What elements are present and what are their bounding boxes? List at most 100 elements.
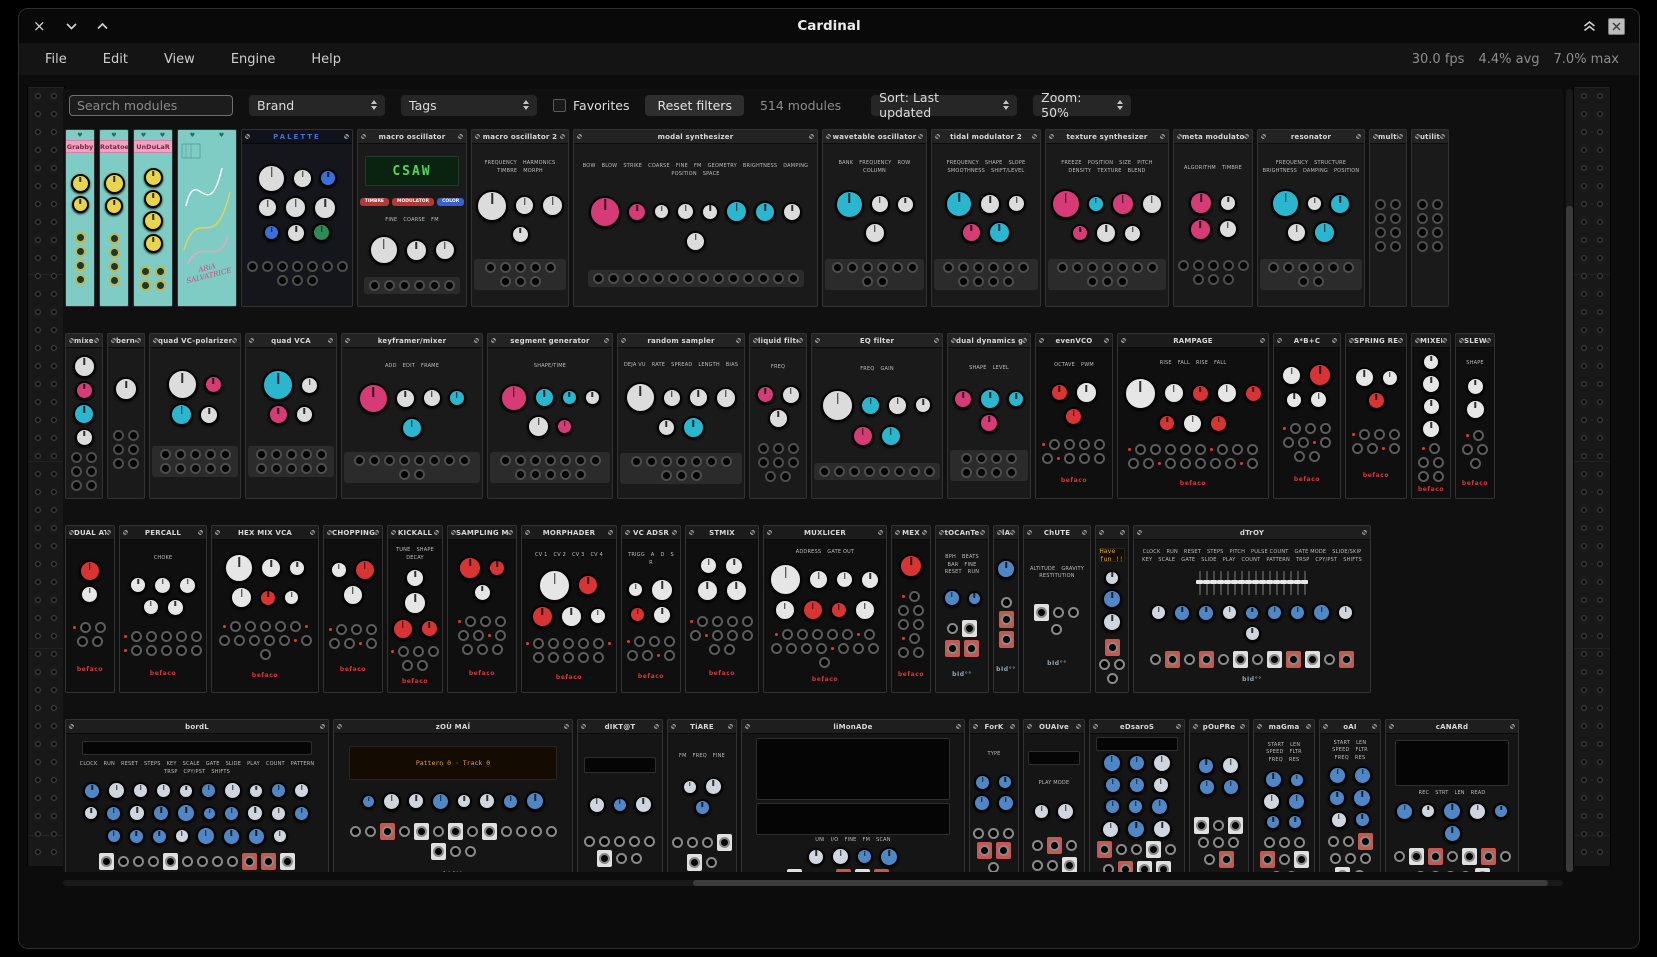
knob: [1152, 776, 1170, 794]
module-dikt-t[interactable]: dIKT@T: [577, 719, 663, 872]
module-oai[interactable]: oAISTARTLENSPEEDFLTRFREQRES: [1319, 719, 1381, 872]
horizontal-scrollbar[interactable]: [63, 880, 1563, 886]
module-meta-modulator[interactable]: meta modulatorALGORITHMTIMBRE: [1173, 129, 1253, 307]
brand-label: befaco: [252, 672, 278, 679]
jack: [1165, 444, 1176, 455]
jack: [575, 469, 586, 480]
app-icon[interactable]: [1608, 18, 1625, 35]
brand-dropdown[interactable]: Brand: [249, 95, 385, 116]
favorites-checkbox[interactable]: [553, 99, 566, 112]
module-slew-limiter[interactable]: SLEW LIMITERSHAPEbefaco: [1455, 333, 1495, 499]
brand-label: befaco: [1363, 472, 1389, 479]
module-mex[interactable]: MEXbefaco: [891, 525, 931, 693]
double-chevron-up-icon[interactable]: [1583, 21, 1596, 32]
module-quad-vca[interactable]: quad VCA: [245, 333, 337, 499]
module-sampling-modulator[interactable]: SAMPLING MODULATORbefaco: [447, 525, 517, 693]
module-multiples[interactable]: multiples: [1369, 129, 1407, 307]
module-edsaros[interactable]: eDsaroS: [1089, 719, 1185, 872]
module-dtroy[interactable]: dTrOYCLOCKRUNRESETSTEPSPITCHPULSE COUNTG…: [1133, 525, 1371, 693]
module-dual-dynamics-gate[interactable]: dual dynamics gateSHAPELEVEL: [947, 333, 1031, 499]
sort-dropdown[interactable]: Sort: Last updated: [871, 95, 1017, 116]
menu-edit[interactable]: Edit: [103, 52, 128, 67]
search-input[interactable]: [69, 95, 233, 116]
module-eq-filter[interactable]: EQ filterFREQGAIN: [811, 333, 943, 499]
panel-label: POSITION: [1088, 160, 1113, 167]
close-icon[interactable]: ×: [33, 19, 46, 34]
module-utilities[interactable]: utilities: [1411, 129, 1449, 307]
module-poupre[interactable]: pOuPRe: [1189, 719, 1249, 872]
favorites-toggle[interactable]: Favorites: [553, 98, 629, 113]
module-ouaive[interactable]: OUAIvePLAY MODE: [1023, 719, 1085, 872]
module-title: ChUTE: [1032, 527, 1082, 539]
reset-filters-button[interactable]: Reset filters: [645, 95, 743, 116]
horizontal-scrollbar-thumb[interactable]: [693, 880, 1548, 886]
module-module[interactable]: Have fun !!: [1095, 525, 1129, 693]
jack: [780, 471, 791, 482]
module-tocante[interactable]: tOCAnTeBPHBEATSBARFINERESETRUNbId°°: [935, 525, 989, 693]
vertical-scrollbar[interactable]: [1566, 89, 1573, 872]
module-tidal-modulator-2[interactable]: tidal modulator 2FREQUENCYSHAPESLOPESMOO…: [931, 129, 1041, 307]
module-chute[interactable]: ChUTEALTITUDEGRAVITYRESTITUTIONbId°°: [1023, 525, 1091, 693]
tags-dropdown[interactable]: Tags: [401, 95, 537, 116]
menu-view[interactable]: View: [164, 52, 195, 67]
menu-file[interactable]: File: [45, 52, 67, 67]
module-evenvco[interactable]: evenVCOOCTAVEPWMbefaco: [1035, 333, 1113, 499]
module-bordl[interactable]: bordLCLOCKRUNRESETSTEPSKEYSCALEGATESLIDE…: [65, 719, 329, 872]
menu-help[interactable]: Help: [311, 52, 341, 67]
module-module[interactable]: ♥♥ARiA SALVATRICE: [177, 129, 237, 307]
knob: [1265, 814, 1281, 830]
module-modal-synthesizer[interactable]: modal synthesizerBOWBLOWSTRIKECOARSEFINE…: [573, 129, 818, 307]
screw: [1099, 530, 1104, 535]
chevron-down-icon[interactable]: [66, 22, 77, 30]
jack: [444, 280, 455, 291]
chevron-up-icon[interactable]: [97, 22, 108, 30]
module-segment-generator[interactable]: segment generatorSHAPE/TIME: [487, 333, 613, 499]
zoom-dropdown[interactable]: Zoom: 50%: [1033, 95, 1131, 116]
module-resonator[interactable]: resonatorFREQUENCYSTRUCTUREBRIGHTNESSDAM…: [1257, 129, 1365, 307]
module-chopping-kinky[interactable]: CHOPPING KINKYbefaco: [323, 525, 383, 693]
module-rampage[interactable]: RAMPAGERISEFALLRISEFALLbefaco: [1117, 333, 1269, 499]
module-canard[interactable]: cANARdRECSTRTLENREAD: [1385, 719, 1519, 872]
module-undular[interactable]: ♥♥UnDuLaR: [133, 129, 173, 307]
jack: [366, 624, 377, 635]
module-keyframer-mixer[interactable]: keyframer/mixerADDEDITFRAME: [341, 333, 483, 499]
module-grabby[interactable]: ♥Grabby: [65, 129, 95, 307]
module-palette[interactable]: PALETTE: [241, 129, 353, 307]
module-lata[interactable]: lATabId°°: [993, 525, 1019, 693]
module-dual-attenuverter[interactable]: DUAL ATTENUVERTERbefaco: [65, 525, 115, 693]
knob: [1071, 224, 1089, 242]
module-macro-oscillator[interactable]: macro oscillatorCSAWTIMBREMODULATORCOLOR…: [357, 129, 467, 307]
module-spring-reverb[interactable]: SPRING REVERBbefaco: [1345, 333, 1407, 499]
module-bernoulli-gate[interactable]: bernoulli gate: [107, 333, 145, 499]
screw: [809, 134, 814, 139]
module-limonade[interactable]: liMonADeUNII/OFINEFMSCAN: [741, 719, 965, 872]
module-texture-synthesizer[interactable]: texture synthesizerFREEZEPOSITIONSIZEPIT…: [1045, 129, 1169, 307]
module-kickall[interactable]: KICKALLTUNESHAPEDECAYbefaco: [387, 525, 443, 693]
module-magma[interactable]: maGmaSTARTLENSPEEDFLTRFREQRES: [1253, 719, 1315, 872]
knob: [342, 584, 364, 606]
module-muxlicer[interactable]: MUXLICERADDRESSGATE OUTbefaco: [763, 525, 887, 693]
module-rotatoes[interactable]: ♥Rotatoes: [99, 129, 129, 307]
panel-label: FREQ: [1269, 757, 1283, 764]
module-random-sampler[interactable]: random samplerDEJA VURATESPREADLENGTHBIA…: [617, 333, 745, 499]
module-stmix[interactable]: STMIXbefaco: [685, 525, 759, 693]
module-fork[interactable]: ForKTYPE: [969, 719, 1019, 872]
module-a-b-c[interactable]: A*B+Cbefaco: [1273, 333, 1341, 499]
module-wavetable-oscillator[interactable]: wavetable oscillatorBANKFREQUENCYROWCOLU…: [822, 129, 927, 307]
module-macro-oscillator-2[interactable]: macro oscillator 2FREQUENCYHARMONICSTIMB…: [471, 129, 569, 307]
module-tiare[interactable]: TiAREFMFREQFINE: [667, 719, 737, 872]
module-percall[interactable]: PERCALLCHOKEbefaco: [119, 525, 207, 693]
menu-engine[interactable]: Engine: [231, 52, 276, 67]
module-liquid-filter[interactable]: liquid filterFREQ: [749, 333, 807, 499]
module-morphader[interactable]: MORPHADERCV 1CV 2CV 3CV 4befaco: [521, 525, 617, 693]
module-hex-mix-vca[interactable]: HEX MIX VCAbefaco: [211, 525, 319, 693]
module-zo-ma[interactable]: zOÙ MAÏPattern 0 · Track 0bId°°: [333, 719, 573, 872]
screw: [1332, 338, 1337, 343]
jack: [1296, 854, 1307, 865]
module-mixer[interactable]: MIXERbefaco: [1411, 333, 1451, 499]
module-vc-adsr[interactable]: VC ADSRTRIGGADSRbefaco: [621, 525, 681, 693]
vertical-scrollbar-thumb[interactable]: [1566, 206, 1573, 872]
module-header: zOÙ MAÏ: [334, 720, 572, 734]
module-quad-vc-polarizer[interactable]: quad VC-polarizer: [149, 333, 241, 499]
module-mixer[interactable]: mixer: [65, 333, 103, 499]
